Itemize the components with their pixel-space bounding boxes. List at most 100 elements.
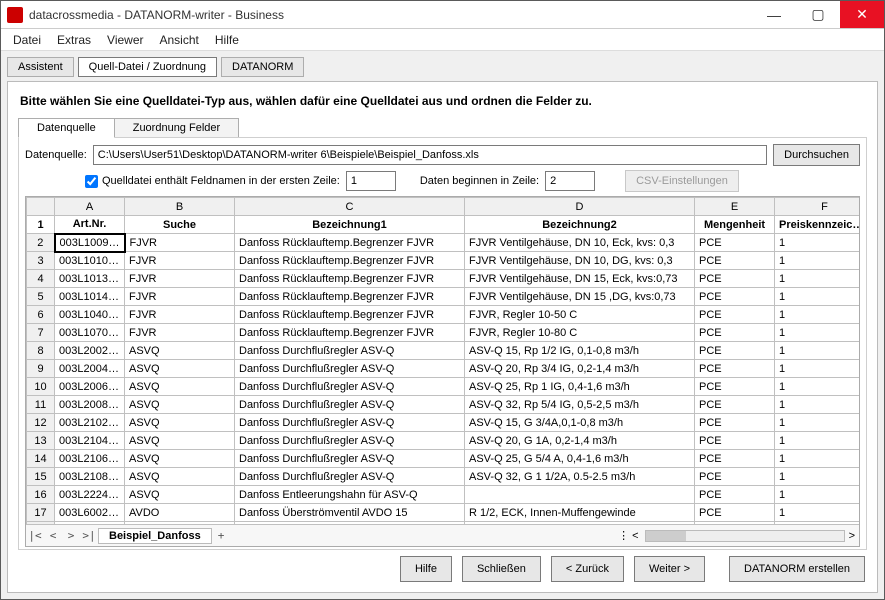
cell[interactable]: 1: [775, 504, 860, 522]
col-header-B[interactable]: B: [125, 198, 235, 216]
menu-hilfe[interactable]: Hilfe: [207, 31, 247, 49]
cell[interactable]: 003L210200: [55, 414, 125, 432]
menu-ansicht[interactable]: Ansicht: [152, 31, 207, 49]
cell[interactable]: 003L104000: [55, 306, 125, 324]
col-header-C[interactable]: C: [235, 198, 465, 216]
cell[interactable]: ASV-Q 32, G 1 1/2A, 0.5-2.5 m3/h: [465, 468, 695, 486]
cell[interactable]: FJVR Ventilgehäuse, DN 10, Eck, kvs: 0,3: [465, 234, 695, 252]
cell[interactable]: 003L210800: [55, 468, 125, 486]
cell[interactable]: PCE: [695, 342, 775, 360]
cell[interactable]: 1: [775, 378, 860, 396]
cell[interactable]: Danfoss Rücklauftemp.Begrenzer FJVR: [235, 306, 465, 324]
field-header[interactable]: Mengenheit: [695, 216, 775, 234]
help-button[interactable]: Hilfe: [400, 556, 452, 582]
row-header[interactable]: 12: [27, 414, 55, 432]
cell[interactable]: 1: [775, 450, 860, 468]
tab-quelldatei[interactable]: Quell-Datei / Zuordnung: [78, 57, 217, 77]
field-header[interactable]: Art.Nr.: [55, 216, 125, 234]
cell[interactable]: 1: [775, 396, 860, 414]
cell[interactable]: FJVR, Regler 10-50 C: [465, 306, 695, 324]
cell[interactable]: ASV-Q 20, G 1A, 0,2-1,4 m3/h: [465, 432, 695, 450]
sheet-tab-active[interactable]: Beispiel_Danfoss: [98, 528, 212, 544]
sheet-nav-last[interactable]: >|: [80, 529, 98, 542]
row-header[interactable]: 13: [27, 432, 55, 450]
cell[interactable]: FJVR, Regler 10-80 C: [465, 324, 695, 342]
browse-button[interactable]: Durchsuchen: [773, 144, 860, 166]
cell[interactable]: ASVQ: [125, 378, 235, 396]
cell[interactable]: Danfoss Durchflußregler ASV-Q: [235, 450, 465, 468]
path-input[interactable]: [93, 145, 767, 165]
cell[interactable]: PCE: [695, 396, 775, 414]
next-button[interactable]: Weiter >: [634, 556, 705, 582]
cell[interactable]: 003L101300: [55, 270, 125, 288]
cell[interactable]: 1: [775, 252, 860, 270]
cell[interactable]: Danfoss Rücklauftemp.Begrenzer FJVR: [235, 234, 465, 252]
col-header-A[interactable]: A: [55, 198, 125, 216]
cell[interactable]: ASVQ: [125, 486, 235, 504]
cell[interactable]: 003L101000: [55, 252, 125, 270]
cell[interactable]: 1: [775, 270, 860, 288]
cell[interactable]: 1: [775, 414, 860, 432]
cell[interactable]: AVDO: [125, 504, 235, 522]
cell[interactable]: ASV-Q 15, G 3/4A,0,1-0,8 m3/h: [465, 414, 695, 432]
cell[interactable]: Danfoss Rücklauftemp.Begrenzer FJVR: [235, 324, 465, 342]
cell[interactable]: FJVR Ventilgehäuse, DN 15 ,DG, kvs:0,73: [465, 288, 695, 306]
col-header-D[interactable]: D: [465, 198, 695, 216]
cell[interactable]: FJVR: [125, 306, 235, 324]
cell[interactable]: [465, 486, 695, 504]
cell[interactable]: ASV-Q 25, G 5/4 A, 0,4-1,6 m3/h: [465, 450, 695, 468]
cell[interactable]: 003L210600: [55, 450, 125, 468]
cell[interactable]: 003L101400: [55, 288, 125, 306]
row-header[interactable]: 16: [27, 486, 55, 504]
cell[interactable]: ASVQ: [125, 432, 235, 450]
row-header[interactable]: 11: [27, 396, 55, 414]
cell[interactable]: Danfoss Entleerungshahn für ASV-Q: [235, 486, 465, 504]
close-button[interactable]: ✕: [840, 1, 884, 28]
cell[interactable]: 003L200400: [55, 360, 125, 378]
cell[interactable]: 003L600200: [55, 504, 125, 522]
col-header-E[interactable]: E: [695, 198, 775, 216]
row-header[interactable]: 1: [27, 216, 55, 234]
cell[interactable]: 1: [775, 288, 860, 306]
row-header[interactable]: 9: [27, 360, 55, 378]
cell[interactable]: ASV-Q 32, Rp 5/4 IG, 0,5-2,5 m3/h: [465, 396, 695, 414]
cell[interactable]: 1: [775, 486, 860, 504]
cell[interactable]: Danfoss Durchflußregler ASV-Q: [235, 432, 465, 450]
cell[interactable]: Danfoss Durchflußregler ASV-Q: [235, 396, 465, 414]
field-header[interactable]: Suche: [125, 216, 235, 234]
cell[interactable]: Danfoss Rücklauftemp.Begrenzer FJVR: [235, 288, 465, 306]
fieldnames-row-input[interactable]: [346, 171, 396, 191]
cell[interactable]: Danfoss Rücklauftemp.Begrenzer FJVR: [235, 270, 465, 288]
cell[interactable]: 003L107000: [55, 324, 125, 342]
row-header[interactable]: 17: [27, 504, 55, 522]
row-header[interactable]: 6: [27, 306, 55, 324]
row-header[interactable]: 15: [27, 468, 55, 486]
tab-zuordnung[interactable]: Zuordnung Felder: [114, 118, 239, 138]
cell[interactable]: 1: [775, 468, 860, 486]
row-header[interactable]: 5: [27, 288, 55, 306]
sheet-nav-next[interactable]: >: [62, 529, 80, 542]
row-header[interactable]: 7: [27, 324, 55, 342]
corner-cell[interactable]: [27, 198, 55, 216]
tab-datenquelle[interactable]: Datenquelle: [18, 118, 115, 138]
cell[interactable]: FJVR: [125, 234, 235, 252]
cell[interactable]: 1: [775, 234, 860, 252]
sheet-nav-prev[interactable]: <: [44, 529, 62, 542]
horizontal-scrollbar[interactable]: [645, 530, 845, 542]
cell[interactable]: ASVQ: [125, 414, 235, 432]
row-header[interactable]: 10: [27, 378, 55, 396]
menu-viewer[interactable]: Viewer: [99, 31, 151, 49]
csv-settings-button[interactable]: CSV-Einstellungen: [625, 170, 739, 192]
fieldnames-checkbox[interactable]: [85, 175, 98, 188]
cell[interactable]: FJVR: [125, 252, 235, 270]
cell[interactable]: PCE: [695, 504, 775, 522]
cell[interactable]: 1: [775, 324, 860, 342]
cell[interactable]: 003L100900: [55, 234, 125, 252]
row-header[interactable]: 8: [27, 342, 55, 360]
tab-datanorm[interactable]: DATANORM: [221, 57, 304, 77]
cell[interactable]: Danfoss Durchflußregler ASV-Q: [235, 378, 465, 396]
field-header[interactable]: Preiskennzeichen: [775, 216, 860, 234]
back-button[interactable]: < Zurück: [551, 556, 624, 582]
cell[interactable]: PCE: [695, 414, 775, 432]
col-header-F[interactable]: F: [775, 198, 860, 216]
